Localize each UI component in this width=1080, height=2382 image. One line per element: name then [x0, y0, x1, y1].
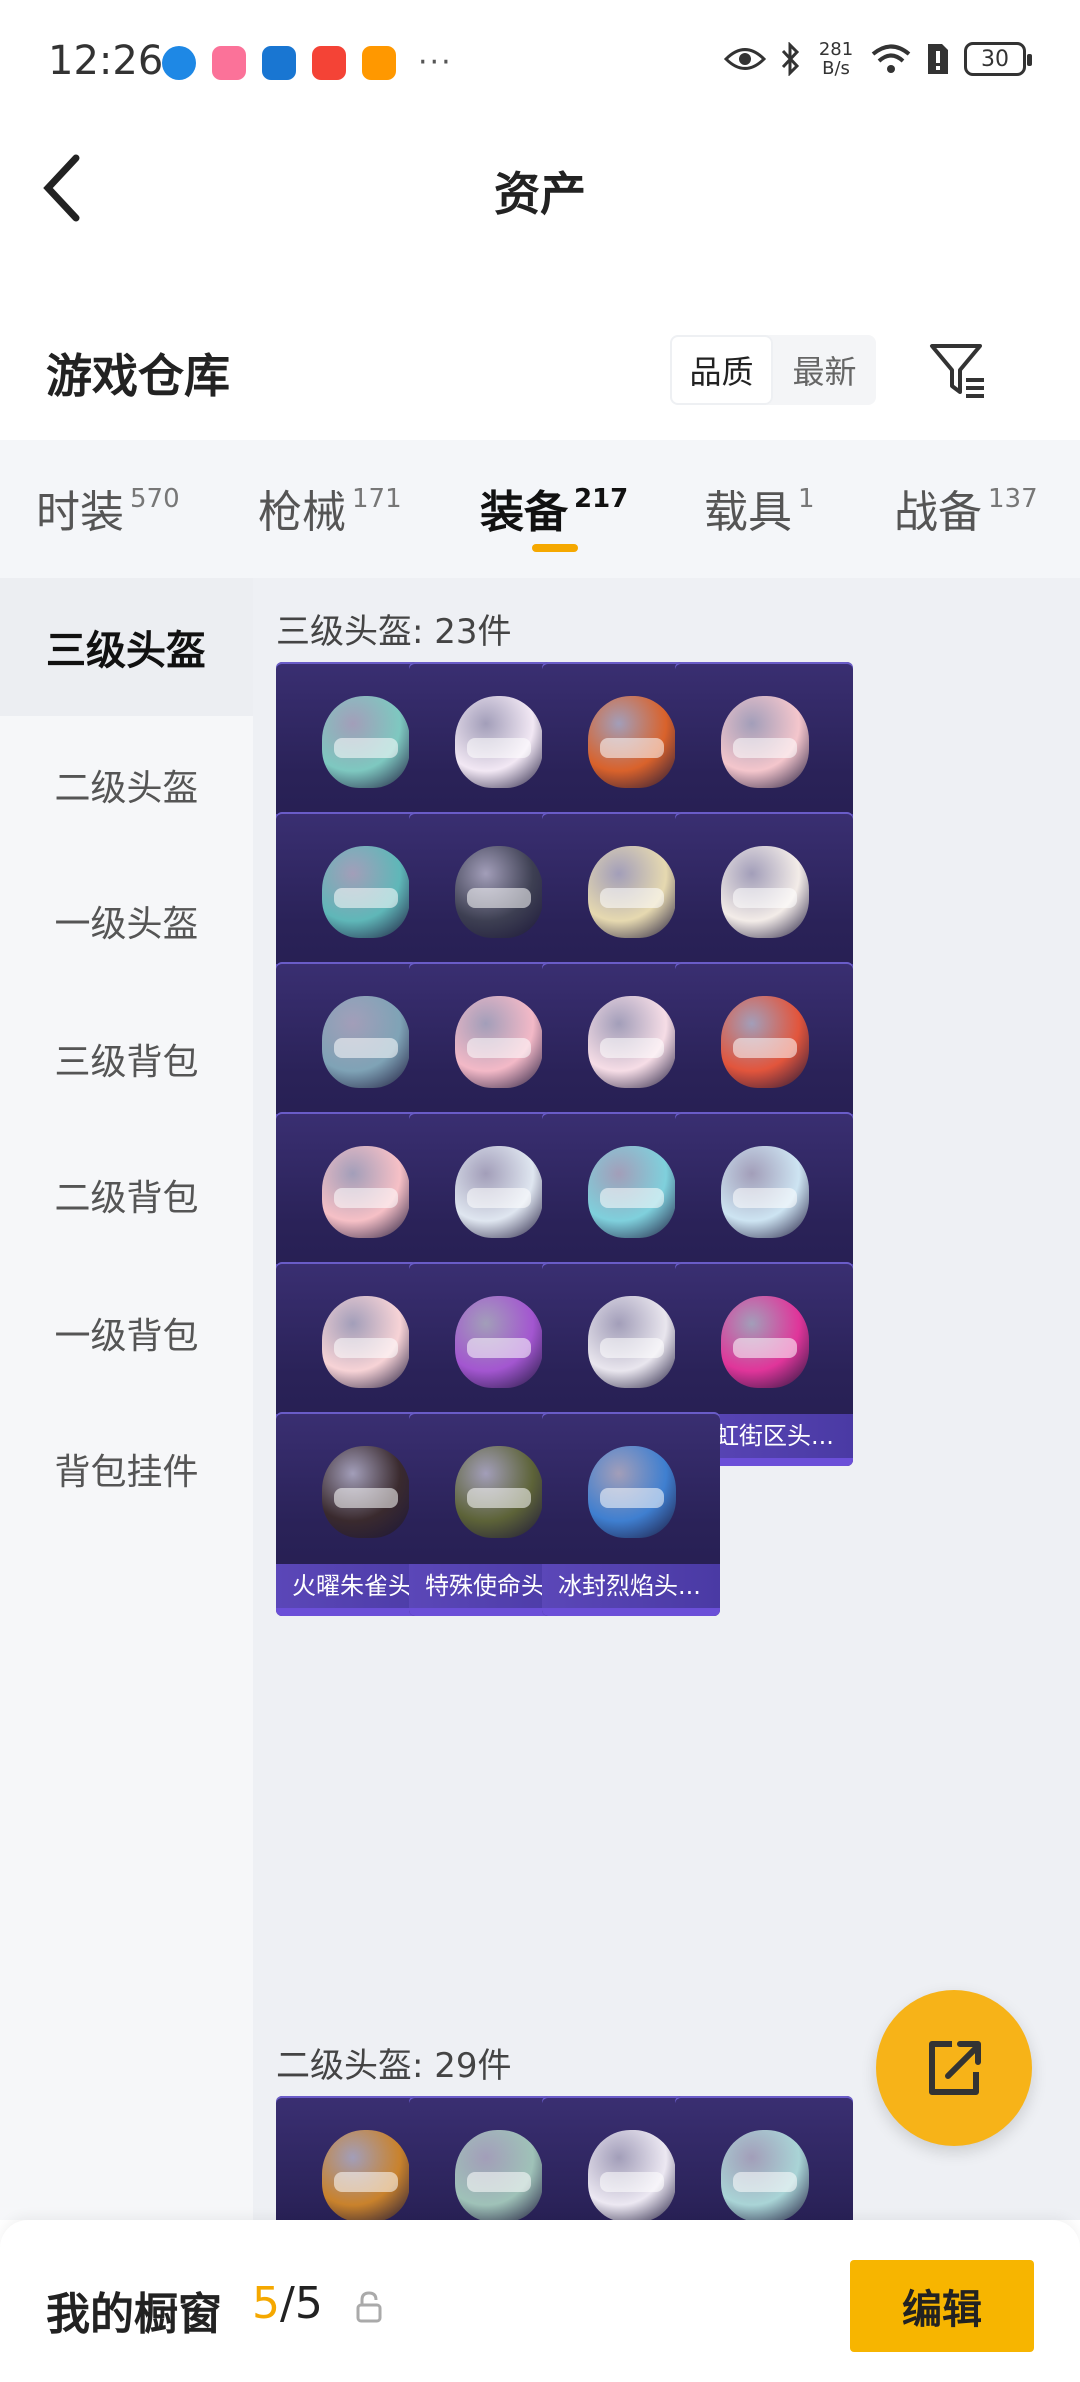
warehouse-title: 游戏仓库	[46, 349, 230, 403]
helmet-image	[322, 846, 410, 938]
sort-option-quality[interactable]: 品质	[670, 335, 773, 405]
status-bar: 12:26 ··· 281 B/s 30	[0, 0, 1080, 120]
helmet-image	[322, 1146, 410, 1238]
bluetooth-app-icon	[262, 45, 296, 80]
helmet-image	[588, 996, 676, 1088]
battery-indicator: 30	[964, 42, 1032, 76]
eye-icon	[724, 48, 766, 70]
helmet-image	[322, 996, 410, 1088]
edit-button[interactable]: 编辑	[850, 2260, 1034, 2352]
status-time: 12:26	[48, 38, 164, 84]
wifi-icon	[871, 44, 911, 73]
sort-toggle: 品质 最新	[670, 335, 876, 405]
helmet-image	[721, 1296, 809, 1388]
tab-supplies[interactable]: 战备 137	[894, 476, 1038, 540]
helmet-image	[588, 2130, 676, 2220]
sort-option-newest[interactable]: 最新	[773, 335, 876, 405]
item-card-label: 冰封烈焰头...	[542, 1564, 720, 1608]
sim-alert-icon	[928, 44, 948, 74]
showcase-label: 我的橱窗	[46, 2289, 222, 2340]
shop-icon	[312, 45, 346, 80]
helmet-image	[721, 846, 809, 938]
item-grid-area: 三级头盔: 23件 二级头盔: 29件 夜莺箴言头...彩旗巡礼头...福马献瑞…	[253, 578, 1080, 2220]
share-icon	[929, 2041, 981, 2095]
helmet-image	[588, 846, 676, 938]
helmet-image	[455, 846, 543, 938]
sidebar-item-level2-backpack[interactable]: 二级背包	[0, 1126, 253, 1264]
helmet-image	[588, 1446, 676, 1538]
helmet-image	[588, 1296, 676, 1388]
helmet-image	[455, 2130, 543, 2220]
sidebar-item-level1-backpack[interactable]: 一级背包	[0, 1264, 253, 1402]
section-title: 二级头盔: 29件	[276, 2046, 512, 2086]
bottom-bar: 我的橱窗 5/5 编辑	[0, 2220, 1080, 2382]
lock-icon	[356, 2291, 382, 2323]
filter-icon[interactable]	[928, 340, 988, 400]
helmet-image	[455, 696, 543, 788]
helmet-image	[721, 2130, 809, 2220]
tab-equipment[interactable]: 装备 217	[480, 476, 628, 540]
helmet-image	[322, 696, 410, 788]
system-status: 281 B/s 30	[724, 39, 1032, 79]
bluetooth-icon	[781, 42, 800, 76]
tab-fashion[interactable]: 时装 570	[36, 476, 180, 540]
helmet-image	[455, 996, 543, 1088]
helmet-image	[455, 1296, 543, 1388]
sidebar-item-level2-helmet[interactable]: 二级头盔	[0, 716, 253, 854]
active-tab-indicator	[532, 544, 578, 552]
subcategory-sidebar: 三级头盔 二级头盔 一级头盔 三级背包 二级背包 一级背包 背包挂件	[0, 578, 253, 2220]
notification-icons: ···	[162, 45, 453, 80]
item-card[interactable]: 冰封烈焰头...	[542, 1412, 720, 1616]
net-speed: 281 B/s	[818, 39, 854, 79]
category-tabs: 时装 570 枪械 171 装备 217 载具 1 战备 137	[0, 440, 1080, 578]
browser-icon	[162, 45, 196, 80]
helmet-image	[455, 1146, 543, 1238]
sidebar-item-backpack-pendant[interactable]: 背包挂件	[0, 1400, 253, 1538]
helmet-image	[721, 1146, 809, 1238]
tab-guns[interactable]: 枪械 171	[258, 476, 402, 540]
helmet-image	[455, 1446, 543, 1538]
game-icon	[362, 45, 396, 80]
page-title: 资产	[494, 167, 586, 221]
helmet-image	[721, 996, 809, 1088]
item-card[interactable]	[675, 2096, 853, 2220]
helmet-image	[721, 696, 809, 788]
helmet-image	[322, 1446, 410, 1538]
section-title: 三级头盔: 23件	[276, 612, 512, 652]
sidebar-item-level3-backpack[interactable]: 三级背包	[0, 990, 253, 1128]
helmet-image	[588, 696, 676, 788]
sidebar-item-level3-helmet[interactable]: 三级头盔	[0, 578, 253, 716]
showcase-count: 5/5	[252, 2278, 323, 2329]
more-notifications-icon: ···	[418, 45, 453, 80]
sidebar-item-level1-helmet[interactable]: 一级头盔	[0, 852, 253, 990]
helmet-image	[322, 1296, 410, 1388]
helmet-image	[588, 1146, 676, 1238]
bilibili-icon	[212, 45, 246, 80]
helmet-image	[322, 2130, 410, 2220]
share-button[interactable]	[876, 1990, 1032, 2146]
tab-vehicles[interactable]: 载具 1	[704, 476, 815, 540]
